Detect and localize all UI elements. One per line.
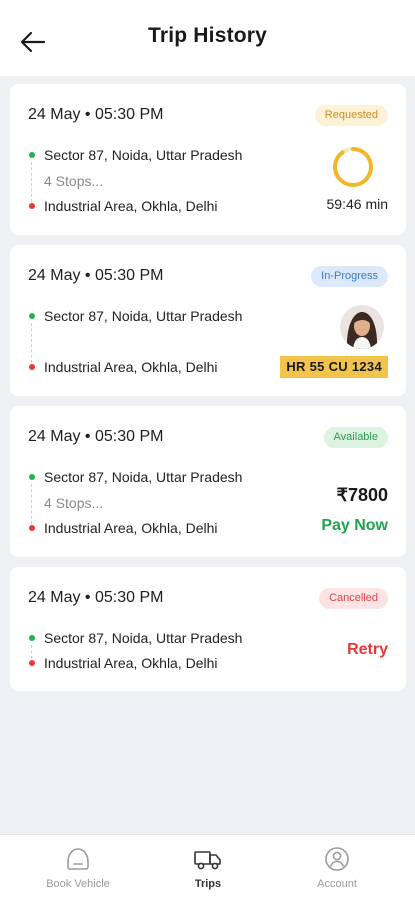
trip-datetime: 24 May • 05:30 PM (28, 267, 164, 284)
drop-dot-icon (29, 203, 35, 209)
stops-count: 4 Stops... (44, 173, 104, 189)
pickup-dot-icon (29, 313, 35, 319)
tab-label: Account (317, 878, 357, 890)
pay-now-button[interactable]: Pay Now (321, 517, 388, 535)
pickup-dot-icon (29, 152, 35, 158)
trip-card-in-progress[interactable]: 24 May • 05:30 PM In-Progress Sector 87,… (10, 245, 406, 396)
account-icon (325, 847, 349, 871)
tab-label: Trips (194, 878, 222, 890)
stops-count: 4 Stops... (44, 495, 104, 511)
drop-location: Industrial Area, Okhla, Delhi (44, 520, 218, 536)
timer-ring-icon (333, 147, 373, 187)
drop-dot-icon (29, 660, 35, 666)
retry-button[interactable]: Retry (347, 641, 388, 659)
route-line (31, 323, 32, 363)
trip-datetime: 24 May • 05:30 PM (28, 589, 164, 606)
tab-book-vehicle[interactable]: Book Vehicle (9, 835, 147, 900)
route-line (31, 162, 32, 202)
pickup-location: Sector 87, Noida, Uttar Pradesh (44, 308, 243, 324)
status-badge: Cancelled (319, 588, 388, 609)
status-badge: Requested (314, 105, 388, 126)
trip-price: ₹7800 (336, 485, 389, 505)
trip-datetime: 24 May • 05:30 PM (28, 428, 164, 445)
tab-account[interactable]: Account (268, 835, 406, 900)
tab-label: Book Vehicle (46, 878, 110, 890)
drop-dot-icon (29, 525, 35, 531)
book-vehicle-icon (67, 848, 89, 870)
trip-card-requested[interactable]: 24 May • 05:30 PM Requested Sector 87, N… (10, 84, 406, 235)
page-title: Trip History (147, 24, 268, 47)
route-line (31, 484, 32, 524)
vehicle-number-plate: HR 55 CU 1234 (280, 356, 388, 378)
pickup-dot-icon (29, 474, 35, 480)
driver-avatar (340, 305, 384, 349)
timer-text: 59:46 min (326, 196, 388, 212)
status-badge: In-Progress (311, 266, 388, 287)
pickup-location: Sector 87, Noida, Uttar Pradesh (44, 469, 243, 485)
drop-location: Industrial Area, Okhla, Delhi (44, 359, 218, 375)
pickup-location: Sector 87, Noida, Uttar Pradesh (44, 630, 243, 646)
route-line (31, 645, 32, 659)
drop-location: Industrial Area, Okhla, Delhi (44, 655, 218, 671)
tab-trips[interactable]: Trips (139, 835, 277, 900)
drop-dot-icon (29, 364, 35, 370)
trip-card-available[interactable]: 24 May • 05:30 PM Available Sector 87, N… (10, 406, 406, 557)
pickup-location: Sector 87, Noida, Uttar Pradesh (44, 147, 243, 163)
app-header: Trip History (0, 0, 415, 76)
pickup-dot-icon (29, 635, 35, 641)
truck-icon (194, 851, 221, 870)
status-badge: Available (323, 427, 388, 448)
bottom-tab-bar: Book Vehicle Trips Account (0, 834, 415, 900)
trip-datetime: 24 May • 05:30 PM (28, 106, 164, 123)
trip-card-cancelled[interactable]: 24 May • 05:30 PM Cancelled Sector 87, N… (10, 567, 406, 691)
drop-location: Industrial Area, Okhla, Delhi (44, 198, 218, 214)
